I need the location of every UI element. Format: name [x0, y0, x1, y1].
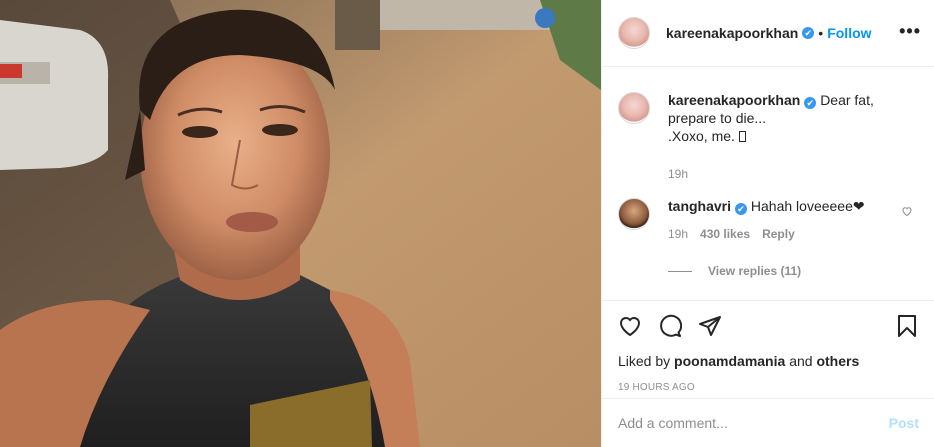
- comment-row: tanghavri ✔ Hahah loveeeee❤ 19h 430 likes R…: [618, 197, 919, 241]
- separator-dot: •: [818, 25, 824, 41]
- comment-likes[interactable]: 430 likes: [700, 227, 750, 241]
- caption-text: kareenakapoorkhan ✔ Dear fat, prepare to …: [668, 91, 874, 145]
- caption: kareenakapoorkhan ✔ Dear fat, prepare to …: [618, 91, 919, 181]
- comments-list: kareenakapoorkhan ✔ Dear fat, prepare to …: [618, 91, 919, 278]
- liked-by: Liked by poonamdamania and others: [618, 353, 919, 369]
- commenter-username[interactable]: tanghavri: [668, 198, 731, 214]
- liked-by-and: and: [789, 353, 813, 369]
- caption-time[interactable]: 19h: [668, 167, 688, 181]
- replies-divider: [668, 270, 692, 272]
- more-options-icon[interactable]: •••: [899, 22, 921, 40]
- verified-badge-icon: ✔: [804, 97, 817, 109]
- comment-time[interactable]: 19h: [668, 227, 688, 241]
- commenter-avatar[interactable]: [618, 198, 650, 230]
- caption-line-1: Dear fat,: [820, 92, 874, 108]
- post-actions: Liked by poonamdamania and others 19 HOU…: [602, 300, 934, 393]
- liked-by-others[interactable]: others: [816, 353, 859, 369]
- action-icons: [618, 314, 919, 338]
- post-sidebar: kareenakapoorkhan ✔ • Follow ••• kareena…: [601, 0, 934, 447]
- caption-line-2: prepare to die...: [668, 110, 767, 126]
- liked-by-user[interactable]: poonamdamania: [674, 353, 785, 369]
- instagram-post: kareenakapoorkhan ✔ • Follow ••• kareena…: [0, 0, 934, 447]
- author-avatar[interactable]: [618, 17, 650, 49]
- emoji-placeholder-icon: [738, 131, 746, 142]
- comment-meta: 19h 430 likes Reply: [668, 227, 865, 241]
- author-username[interactable]: kareenakapoorkhan: [666, 25, 798, 41]
- caption-avatar[interactable]: [618, 92, 650, 124]
- post-comment-button[interactable]: Post: [889, 415, 919, 431]
- post-header: kareenakapoorkhan ✔ • Follow •••: [602, 0, 934, 67]
- view-replies-label[interactable]: View replies (11): [708, 264, 801, 278]
- post-photo[interactable]: [0, 0, 601, 447]
- verified-badge-icon: ✔: [802, 27, 815, 39]
- save-bookmark-icon[interactable]: [895, 314, 919, 338]
- follow-button[interactable]: Follow: [827, 25, 871, 41]
- comment-bubble-icon[interactable]: [658, 314, 682, 338]
- comment-input[interactable]: [618, 415, 889, 431]
- share-send-icon[interactable]: [698, 314, 722, 338]
- caption-line-3: .Xoxo, me.: [668, 128, 739, 144]
- comment-text: tanghavri ✔ Hahah loveeeee❤: [668, 197, 865, 215]
- add-comment-bar: Post: [602, 398, 934, 447]
- view-replies-button[interactable]: View replies (11): [668, 264, 919, 278]
- caption-username[interactable]: kareenakapoorkhan: [668, 92, 800, 108]
- comment-body: Hahah loveeeee❤: [750, 198, 865, 214]
- caption-meta: 19h: [668, 167, 874, 181]
- like-heart-icon[interactable]: [618, 314, 642, 338]
- reply-button[interactable]: Reply: [762, 227, 795, 241]
- post-timestamp[interactable]: 19 HOURS AGO: [618, 382, 919, 393]
- liked-by-prefix: Liked by: [618, 353, 671, 369]
- like-comment-heart-icon[interactable]: [901, 205, 913, 217]
- verified-badge-icon: ✔: [735, 203, 748, 215]
- selfie-photo-image: [0, 0, 601, 447]
